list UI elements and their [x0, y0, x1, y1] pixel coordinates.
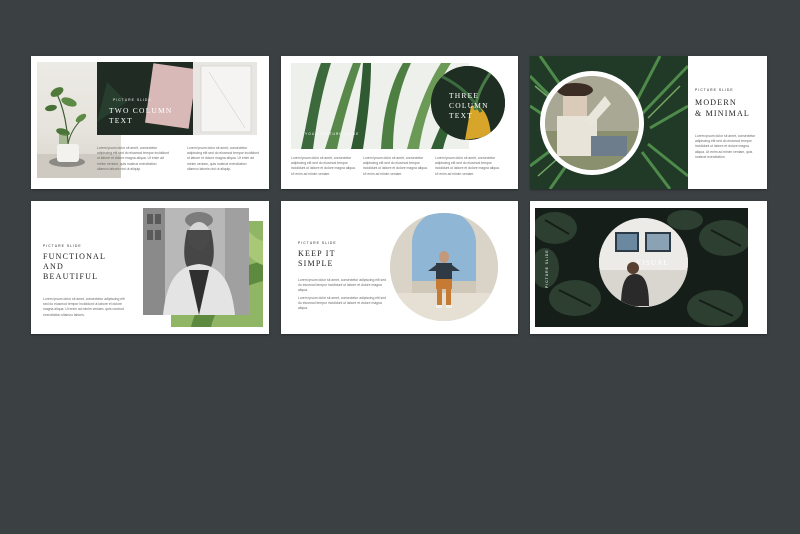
portrait-illustration [143, 208, 249, 315]
column-text-2: Lorem ipsum dolor sit amet, consectetur … [298, 296, 386, 310]
slide-kicker: PICTURE SLIDE [113, 98, 152, 102]
column-text-1: Lorem ipsum dolor sit amet, consectetur … [298, 278, 386, 292]
column-text-2: Lorem ipsum dolor sit amet, consectetur … [187, 146, 259, 171]
portrait-photo [143, 208, 249, 315]
person-photo [545, 76, 639, 170]
slide-title: MODERN & MINIMAL [695, 98, 751, 118]
slide-title: THREE COLUMN TEXT [449, 91, 489, 120]
body-text: Lorem ipsum dolor sit amet, consectetur … [695, 134, 756, 159]
person-circle [540, 71, 644, 175]
slide-title: FUNCTIONAL AND BEAUTIFUL [43, 252, 107, 281]
slide-three-column[interactable]: THREE COLUMN TEXT YOUR PICTURE SLIDE Lor… [281, 56, 518, 189]
seated-man-circle [390, 213, 498, 321]
slide-modern-minimal[interactable]: PICTURE SLIDE MODERN & MINIMAL Lorem ips… [530, 56, 767, 189]
slide-title: KEEP IT SIMPLE [298, 249, 336, 268]
slide-kicker: PICTURE SLIDE [298, 241, 337, 245]
slide-two-column[interactable]: PICTURE SLIDE TWO COLUMN TEXT Lorem ipsu… [31, 56, 269, 189]
slide-kicker: PICTURE SLIDE [545, 249, 549, 288]
column-text-1: Lorem ipsum dolor sit amet, consectetur … [97, 146, 169, 171]
column-text-1: Lorem ipsum dolor sit amet, consectetur … [291, 156, 356, 176]
column-text-2: Lorem ipsum dolor sit amet, consectetur … [363, 156, 428, 176]
column-text-3: Lorem ipsum dolor sit amet, consectetur … [435, 156, 500, 176]
slide-title: VISUAL [636, 259, 669, 267]
seated-man-illustration [390, 213, 498, 321]
slide-visual[interactable]: VISUAL PICTURE SLIDE [530, 201, 767, 334]
slide-kicker: PICTURE SLIDE [43, 244, 82, 248]
slide-keep-it-simple[interactable]: PICTURE SLIDE KEEP IT SIMPLE Lorem ipsum… [281, 201, 518, 334]
body-text: Lorem ipsum dolor sit amet, consectetur … [43, 297, 125, 317]
slide-title: TWO COLUMN TEXT [109, 106, 173, 125]
slide-kicker: YOUR PICTURE SLIDE [305, 132, 360, 136]
slide-functional[interactable]: PICTURE SLIDE FUNCTIONAL AND BEAUTIFUL L… [31, 201, 269, 334]
slide-kicker: PICTURE SLIDE [695, 88, 734, 92]
person-illustration [545, 76, 639, 170]
